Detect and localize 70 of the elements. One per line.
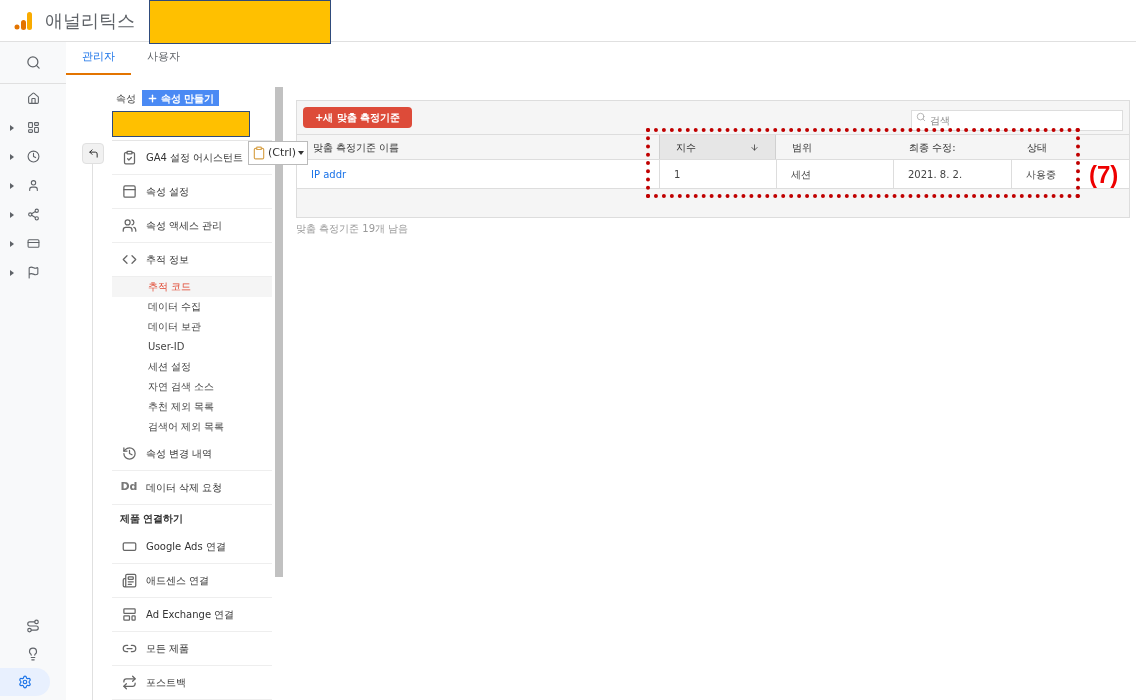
nav-icon (121, 675, 137, 690)
nav-icon (121, 539, 137, 554)
nav-subitem[interactable]: 자연 검색 소스 (112, 376, 272, 397)
app-title: 애널리틱스 (45, 9, 135, 33)
nav-item[interactable]: Ad Exchange 연결 (112, 598, 272, 632)
annotation-label: (7) (1089, 160, 1119, 190)
analytics-logo (13, 10, 33, 31)
table-cell: 세션 (776, 160, 893, 188)
table-cell: 2021. 8. 2. (893, 160, 1011, 188)
nav-icon (121, 183, 137, 199)
table-cell: 1 (659, 160, 776, 188)
nav-subitem[interactable]: 데이터 보관 (112, 316, 272, 337)
nav-item[interactable]: Google Ads 연결 (112, 530, 272, 564)
new-dimension-button[interactable]: +새 맞춤 측정기준 (303, 107, 413, 128)
caret-icon[interactable] (10, 211, 14, 218)
section-heading: 제품 연결하기 (120, 512, 184, 526)
clipboard-icon (252, 146, 266, 160)
icon-label: Dd (120, 479, 138, 496)
nav-item[interactable]: 속성 변경 내역 (112, 436, 272, 471)
search-icon (916, 112, 926, 122)
caret-icon[interactable] (10, 124, 14, 131)
tab[interactable]: 사용자 (131, 42, 196, 75)
column-header[interactable]: 범위 (776, 135, 893, 159)
window-icon[interactable] (26, 237, 40, 250)
nav-item[interactable]: 애드센스 연결 (112, 564, 272, 598)
plus-icon (147, 92, 158, 104)
nav-icon (121, 607, 137, 622)
nav-item[interactable]: 속성 설정 (112, 174, 272, 209)
admin-settings-item[interactable] (0, 668, 50, 696)
nav-icon (121, 573, 137, 588)
nav-item[interactable]: 속성 액세스 관리 (112, 208, 272, 243)
lightbulb-icon[interactable] (26, 647, 40, 661)
nav-item[interactable]: 포스트백 (112, 666, 272, 700)
clock-icon[interactable] (26, 150, 40, 163)
nav-subitem[interactable]: 추천 제외 목록 (112, 396, 272, 417)
nav-subitem[interactable]: 데이터 수집 (112, 296, 272, 317)
sort-arrow-icon (750, 142, 759, 152)
back-button[interactable] (82, 143, 104, 164)
nav-subitem[interactable]: 세션 설정 (112, 356, 272, 377)
nav-icon (121, 217, 137, 233)
nav-subitem[interactable]: User-ID (112, 336, 272, 357)
caret-icon[interactable] (10, 153, 14, 160)
tab[interactable]: 관리자 (66, 42, 131, 75)
property-label: 속성 (116, 91, 136, 106)
column-header[interactable]: 지수 (659, 135, 776, 159)
settings-icon[interactable] (18, 675, 32, 689)
paste-options-tooltip[interactable]: (Ctrl) (248, 141, 309, 165)
flag-icon[interactable] (26, 266, 40, 279)
column-header[interactable]: 상태 (1011, 135, 1129, 159)
nav-subitem[interactable]: 검색어 제외 목록 (112, 416, 272, 437)
column-header[interactable]: 최종 수정: (893, 135, 1011, 159)
caret-icon (298, 151, 305, 155)
nav-subitem[interactable]: 추적 코드 (112, 276, 272, 297)
remaining-count: 맞춤 측정기준 19개 남음 (296, 222, 410, 236)
caret-icon[interactable] (10, 269, 14, 276)
caret-icon[interactable] (10, 182, 14, 189)
branch-icon[interactable] (26, 208, 40, 221)
nav-icon (121, 149, 137, 165)
back-arrow-icon (87, 148, 99, 159)
nav-item[interactable]: 모든 제품 (112, 632, 272, 666)
route-icon[interactable] (26, 619, 40, 633)
home-icon[interactable] (26, 92, 40, 105)
nav-icon (121, 445, 137, 461)
search-field[interactable]: 검색 (911, 110, 1123, 131)
nav-item[interactable]: 추적 정보 (112, 242, 272, 277)
nav-item[interactable]: Dd 데이터 삭제 요청 (112, 470, 272, 505)
dashboard-icon[interactable] (26, 121, 40, 134)
caret-icon[interactable] (10, 240, 14, 247)
search-icon[interactable] (25, 55, 41, 70)
person-icon[interactable] (26, 179, 40, 192)
